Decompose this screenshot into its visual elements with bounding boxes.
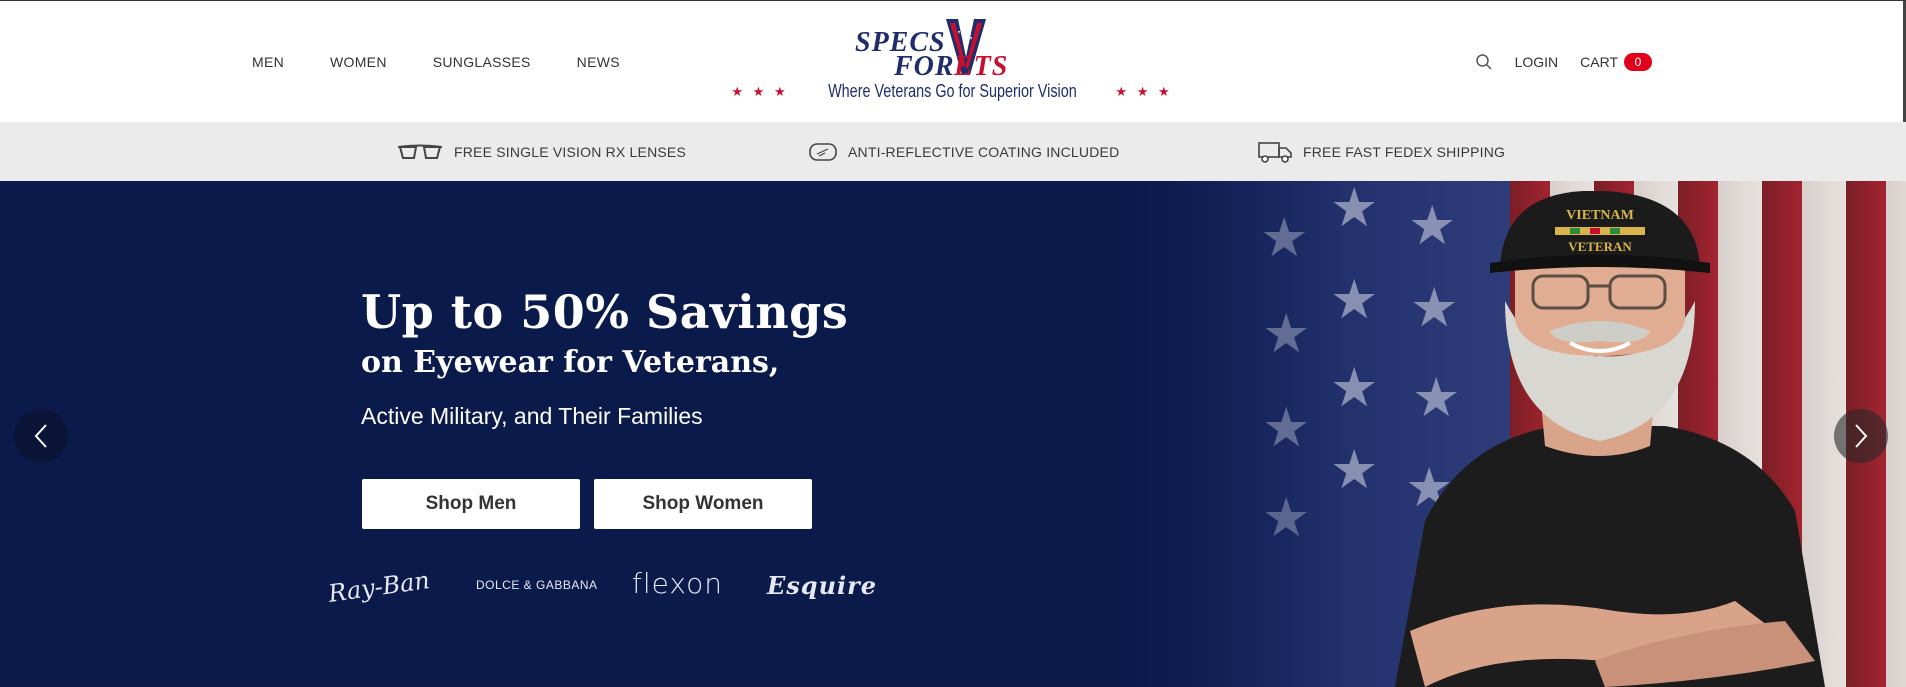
site-logo[interactable]: SPECS FOR ETS ★ ★ ★ Where Veterans Go fo… xyxy=(731,19,1170,105)
brand-logo-esquire: Esquire xyxy=(767,571,878,600)
benefit-label: ANTI-REFLECTIVE COATING INCLUDED xyxy=(848,143,1120,160)
benefit-rx-lenses: FREE SINGLE VISION RX LENSES xyxy=(396,122,686,181)
carousel-prev-button[interactable] xyxy=(14,409,68,463)
cart-link[interactable]: CART 0 xyxy=(1580,53,1652,71)
brand-logo-flexon: flexon xyxy=(632,567,723,600)
logo-text-vets: ETS xyxy=(954,51,1009,82)
benefit-label: FREE FAST FEDEX SHIPPING xyxy=(1303,143,1506,160)
account-nav: LOGIN CART 0 xyxy=(1475,53,1652,71)
star-icon: ★ ★ ★ xyxy=(1115,83,1173,99)
carousel-next-button[interactable] xyxy=(1834,409,1888,463)
hero-banner: ★ ★ ★ ★ ★ ★ ★ ★ ★ ★ ★ ★ VIETNAM VETERAN … xyxy=(0,181,1906,687)
flag-star-icon: ★ xyxy=(1260,208,1309,268)
benefits-bar: FREE SINGLE VISION RX LENSES ANTI-REFLEC… xyxy=(0,122,1906,181)
search-icon[interactable] xyxy=(1475,53,1493,71)
chevron-left-icon xyxy=(34,424,47,448)
lens-icon xyxy=(809,142,837,161)
nav-news[interactable]: NEWS xyxy=(577,54,620,70)
shop-men-button[interactable]: Shop Men xyxy=(362,479,580,529)
logo-tagline-row: ★ ★ ★ Where Veterans Go for Superior Vis… xyxy=(731,81,1169,102)
nav-women[interactable]: WOMEN xyxy=(330,54,387,70)
nav-sunglasses[interactable]: SUNGLASSES xyxy=(433,54,531,70)
benefit-label: FREE SINGLE VISION RX LENSES xyxy=(454,143,686,160)
benefit-fedex-shipping: FREE FAST FEDEX SHIPPING xyxy=(1257,122,1505,181)
hero-title: Up to 50% Savings xyxy=(361,285,849,339)
site-header: MEN WOMEN SUNGLASSES NEWS SPECS FOR ETS … xyxy=(0,0,1906,123)
logo-text-for: FOR xyxy=(894,51,955,82)
benefit-anti-reflective: ANTI-REFLECTIVE COATING INCLUDED xyxy=(808,122,1119,181)
flag-fade xyxy=(1090,181,1350,687)
login-link[interactable]: LOGIN xyxy=(1515,54,1559,70)
glasses-icon xyxy=(397,144,443,159)
truck-icon xyxy=(1258,141,1292,163)
cap-text-top: VIETNAM xyxy=(1566,208,1634,223)
star-icon: ★ ★ ★ xyxy=(731,83,789,99)
shop-women-button[interactable]: Shop Women xyxy=(594,479,812,529)
main-nav: MEN WOMEN SUNGLASSES NEWS xyxy=(252,54,620,70)
logo-tagline: Where Veterans Go for Superior Vision xyxy=(827,81,1077,101)
hero-subtitle: Active Military, and Their Families xyxy=(361,403,703,429)
veteran-photo: VIETNAM VETERAN xyxy=(1395,191,1825,687)
brand-logo-rayban: Ray-Ban xyxy=(326,566,432,608)
flag-star-icon: ★ xyxy=(1262,398,1311,458)
flag-star-icon: ★ xyxy=(1262,488,1311,548)
cart-label: CART xyxy=(1580,54,1618,70)
flag-star-icon: ★ xyxy=(1262,304,1311,364)
chevron-right-icon xyxy=(1855,424,1868,448)
cart-count-badge: 0 xyxy=(1624,53,1652,71)
cap-text-bottom: VETERAN xyxy=(1568,239,1632,254)
nav-men[interactable]: MEN xyxy=(252,54,284,70)
hero-title-line2: on Eyewear for Veterans, xyxy=(361,345,780,380)
brand-logo-dolce-gabbana: DOLCE & GABBANA xyxy=(476,578,598,592)
